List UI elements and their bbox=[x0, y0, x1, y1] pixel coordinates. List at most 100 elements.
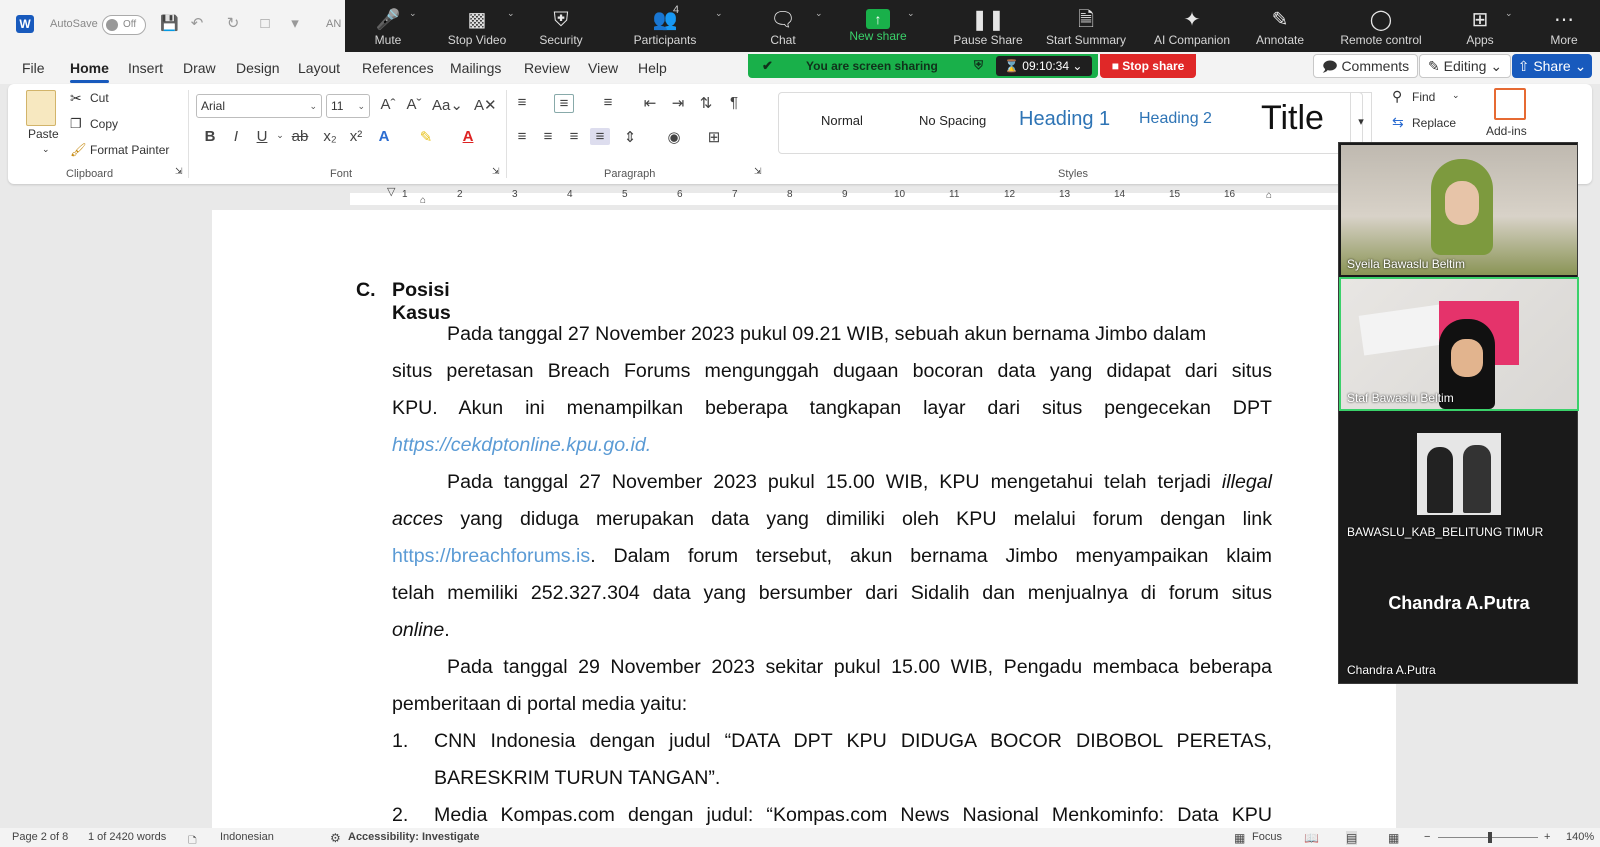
autosave-toggle[interactable]: Off bbox=[102, 15, 146, 35]
chevron-down-icon[interactable]: ⌄ bbox=[1452, 90, 1460, 101]
font-family-select[interactable]: Arial ⌄ bbox=[196, 94, 322, 118]
clear-formatting-icon[interactable]: A✕ bbox=[474, 96, 497, 114]
strikethrough-icon[interactable]: ab bbox=[290, 128, 310, 145]
bullets-icon[interactable]: ≡ bbox=[512, 94, 532, 111]
paste-icon[interactable] bbox=[26, 90, 56, 126]
chevron-down-icon[interactable]: ⌄ bbox=[507, 8, 515, 19]
zoom-in-icon[interactable]: + bbox=[1544, 831, 1550, 843]
change-case-icon[interactable]: Aa⌄ bbox=[432, 96, 463, 114]
more-button[interactable]: ⋯ More bbox=[1543, 0, 1585, 54]
dialog-launcher-icon[interactable]: ⇲ bbox=[754, 166, 762, 177]
align-left-icon[interactable]: ≡ bbox=[512, 128, 532, 145]
share-button[interactable]: ⇧ Share ⌄ bbox=[1512, 54, 1592, 78]
copy-button[interactable]: Copy bbox=[90, 117, 118, 131]
chevron-down-icon[interactable]: ⌄ bbox=[409, 8, 417, 19]
bold-icon[interactable]: B bbox=[200, 128, 220, 145]
tab-mailings[interactable]: Mailings bbox=[450, 60, 501, 76]
style-normal[interactable]: Normal bbox=[821, 113, 863, 128]
cut-button[interactable]: Cut bbox=[90, 91, 109, 105]
read-mode-icon[interactable]: 📖 bbox=[1304, 831, 1319, 845]
paste-button[interactable]: Paste bbox=[28, 127, 59, 141]
kpu-link[interactable]: https://cekdptonline.kpu.go.id. bbox=[392, 427, 651, 464]
find-button[interactable]: Find bbox=[1412, 90, 1435, 104]
new-document-icon[interactable]: □ bbox=[256, 15, 274, 33]
language-indicator[interactable]: Indonesian bbox=[220, 831, 274, 843]
tab-review[interactable]: Review bbox=[524, 60, 570, 76]
participant-tile[interactable]: Chandra A.Putra Chandra A.Putra bbox=[1341, 547, 1577, 681]
editing-mode-button[interactable]: ✎ Editing ⌄ bbox=[1419, 54, 1512, 78]
font-color-icon[interactable]: A bbox=[458, 128, 478, 145]
replace-button[interactable]: Replace bbox=[1412, 116, 1456, 130]
chat-button[interactable]: 🗨 Chat ⌄ bbox=[763, 0, 822, 54]
underline-icon[interactable]: U bbox=[252, 128, 272, 145]
zoom-level[interactable]: 140% bbox=[1566, 831, 1594, 843]
align-center-icon[interactable]: ≡ bbox=[538, 128, 558, 145]
proofing-icon[interactable]: 🗅 bbox=[188, 831, 197, 847]
style-title[interactable]: Title bbox=[1261, 99, 1324, 138]
page-count[interactable]: Page 2 of 8 bbox=[12, 831, 68, 843]
sort-icon[interactable]: ⇅ bbox=[696, 94, 716, 112]
multilevel-list-icon[interactable]: ≡ bbox=[598, 94, 618, 111]
dialog-launcher-icon[interactable]: ⇲ bbox=[175, 166, 183, 177]
tab-layout[interactable]: Layout bbox=[298, 60, 340, 76]
apps-button[interactable]: ⊞ Apps ⌄ bbox=[1459, 0, 1512, 54]
pause-share-button[interactable]: ❚❚ Pause Share bbox=[951, 0, 1025, 54]
ai-companion-button[interactable]: ✦ AI Companion bbox=[1145, 0, 1239, 54]
tab-insert[interactable]: Insert bbox=[128, 60, 163, 76]
print-layout-icon[interactable]: ▤ bbox=[1346, 831, 1358, 845]
meeting-timer[interactable]: ⌛ 09:10:34 ⌄ bbox=[996, 56, 1092, 76]
web-layout-icon[interactable]: ▦ bbox=[1388, 831, 1399, 845]
style-heading-2[interactable]: Heading 2 bbox=[1139, 110, 1212, 128]
participant-tile[interactable]: BAWASLU_KAB_BELITUNG TIMUR bbox=[1341, 413, 1577, 543]
chevron-down-icon[interactable]: ⌄ bbox=[715, 8, 723, 19]
participant-tile[interactable]: Syeila Bawaslu Beltim bbox=[1341, 145, 1577, 275]
mute-button[interactable]: 🎤 Mute ⌄ bbox=[353, 0, 423, 54]
font-size-select[interactable]: 11 ⌄ bbox=[326, 94, 370, 118]
style-heading-1[interactable]: Heading 1 bbox=[1019, 108, 1110, 131]
highlight-icon[interactable]: ✎ bbox=[416, 128, 436, 146]
participant-tile[interactable]: Staf Bawaslu Beltim bbox=[1339, 277, 1579, 411]
word-count[interactable]: 1 of 2420 words bbox=[88, 831, 166, 843]
show-formatting-icon[interactable]: ¶ bbox=[724, 94, 744, 111]
tab-draw[interactable]: Draw bbox=[183, 60, 216, 76]
tab-help[interactable]: Help bbox=[638, 60, 667, 76]
chevron-down-icon[interactable]: ⌄ bbox=[270, 130, 290, 141]
add-ins-button[interactable]: Add-ins bbox=[1486, 124, 1527, 138]
stop-video-button[interactable]: ▩ Stop Video ⌄ bbox=[437, 0, 517, 54]
shading-icon[interactable]: ◉ bbox=[664, 128, 684, 146]
line-spacing-icon[interactable]: ⇕ bbox=[620, 128, 640, 146]
subscript-icon[interactable]: x₂ bbox=[320, 128, 340, 145]
style-no-spacing[interactable]: No Spacing bbox=[919, 113, 986, 128]
undo-icon[interactable]: ↶ bbox=[188, 15, 206, 33]
zoom-slider-thumb[interactable] bbox=[1488, 832, 1492, 843]
numbering-icon[interactable]: ≡ bbox=[554, 94, 574, 113]
start-summary-button[interactable]: 🗎 Start Summary bbox=[1037, 0, 1135, 54]
customize-toolbar-icon[interactable]: ▾ bbox=[286, 15, 304, 33]
superscript-icon[interactable]: x² bbox=[346, 128, 366, 145]
dialog-launcher-icon[interactable]: ⇲ bbox=[492, 166, 500, 177]
accessibility-status[interactable]: Accessibility: Investigate bbox=[348, 831, 479, 843]
annotate-button[interactable]: ✎ Annotate bbox=[1249, 0, 1311, 54]
new-share-button[interactable]: ↑ New share ⌄ bbox=[845, 0, 914, 54]
increase-indent-icon[interactable]: ⇥ bbox=[668, 94, 688, 112]
right-indent-marker[interactable]: ⌂ bbox=[1266, 190, 1272, 201]
tab-design[interactable]: Design bbox=[236, 60, 280, 76]
stop-share-button[interactable]: ■ Stop share bbox=[1100, 54, 1196, 78]
comments-button[interactable]: 🗩 Comments bbox=[1313, 54, 1419, 78]
text-effects-icon[interactable]: A bbox=[374, 128, 394, 145]
tab-references[interactable]: References bbox=[362, 60, 434, 76]
security-button[interactable]: ⛨ Security bbox=[533, 0, 589, 54]
zoom-out-icon[interactable]: − bbox=[1424, 831, 1430, 843]
redo-icon[interactable]: ↻ bbox=[224, 15, 242, 33]
participants-button[interactable]: 👥 4 Participants ⌄ bbox=[625, 0, 723, 54]
tab-home[interactable]: Home bbox=[70, 60, 109, 83]
format-painter-button[interactable]: Format Painter bbox=[90, 143, 169, 157]
borders-icon[interactable]: ⊞ bbox=[704, 128, 724, 146]
indent-marker[interactable]: ▽ bbox=[387, 185, 395, 198]
align-right-icon[interactable]: ≡ bbox=[564, 128, 584, 145]
indent-marker[interactable]: ⌂ bbox=[420, 195, 426, 206]
chevron-down-icon[interactable]: ⌄ bbox=[1505, 8, 1513, 19]
save-icon[interactable]: 💾 bbox=[160, 15, 179, 33]
tab-view[interactable]: View bbox=[588, 60, 618, 76]
justify-icon[interactable]: ≡ bbox=[590, 128, 610, 145]
